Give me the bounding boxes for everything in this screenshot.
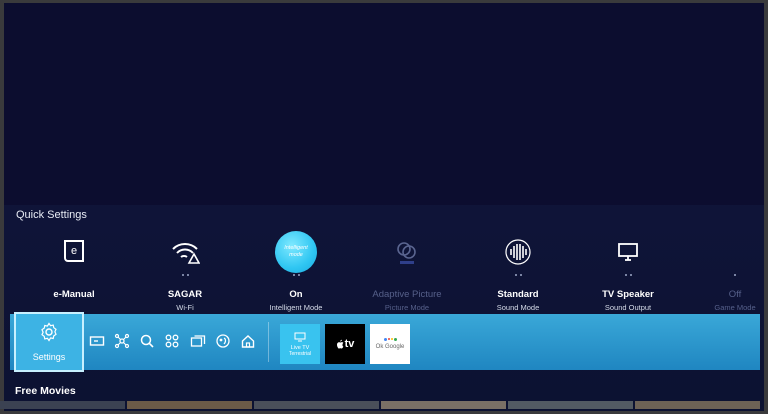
qs-sub: Wi-Fi [176, 303, 194, 312]
qs-item-sound-mode[interactable]: Standard Sound Mode [463, 232, 573, 312]
qs-label: Off [728, 289, 742, 300]
quick-settings-title: Quick Settings [16, 209, 87, 221]
qs-sub: Game Mode [714, 303, 756, 312]
qs-sub: Sound Output [604, 303, 652, 312]
app-tile-live-tv[interactable]: Live TV Terrestrial [280, 324, 320, 364]
qs-item-adaptive-picture[interactable]: Adaptive Picture Picture Mode [352, 232, 462, 312]
book-icon: e [64, 240, 84, 262]
qs-item-emanual[interactable]: e e-Manual [19, 232, 129, 303]
app-label: tv [344, 338, 355, 350]
bar-divider [268, 322, 269, 362]
qs-sub: Picture Mode [384, 303, 430, 312]
ambient-icon[interactable] [215, 333, 231, 349]
qs-label: Standard [497, 289, 539, 300]
movie-thumbnail[interactable] [635, 401, 760, 409]
qs-item-wifi[interactable]: SAGAR Wi-Fi [130, 232, 240, 312]
monitor-icon [618, 243, 638, 261]
movie-thumbnail[interactable] [0, 401, 125, 409]
sound-wave-icon [505, 239, 531, 265]
qs-item-game-mode[interactable]: Off Game Mode [680, 232, 768, 312]
movie-thumbnail[interactable] [254, 401, 379, 409]
qs-item-sound-output[interactable]: TV Speaker Sound Output [573, 232, 683, 312]
home-icon[interactable] [240, 333, 256, 349]
movie-thumbnail[interactable] [508, 401, 633, 409]
wifi-warning-icon [172, 243, 200, 264]
gear-icon [41, 322, 57, 342]
apps-icon[interactable] [164, 333, 180, 349]
free-movies-title: Free Movies [15, 385, 76, 397]
tv-icon [294, 332, 306, 341]
intelligent-mode-text: Intelligent mode [284, 245, 308, 258]
app-sub: Terrestrial [289, 350, 311, 357]
movie-thumbnail[interactable] [127, 401, 252, 409]
intelligent-mode-icon: Intelligent mode [275, 231, 317, 273]
multiview-icon[interactable] [190, 333, 206, 349]
google-assistant-icon [383, 338, 397, 341]
search-icon[interactable] [139, 333, 155, 349]
qs-item-intelligent-mode[interactable]: Intelligent mode On Intelligent Mode [241, 231, 351, 312]
qs-label: On [289, 289, 303, 300]
source-icon[interactable] [89, 333, 105, 349]
svg-text:e: e [71, 245, 77, 257]
qs-sub: Sound Mode [496, 303, 540, 312]
app-label: Ok Google [375, 344, 405, 350]
app-tile-ok-google[interactable]: Ok Google [370, 324, 410, 364]
settings-label: Settings [32, 352, 66, 362]
qs-sub: Intelligent Mode [269, 303, 323, 312]
connected-devices-icon[interactable] [114, 333, 130, 349]
qs-label: Adaptive Picture [372, 289, 442, 300]
app-tile-apple-tv[interactable]: tv [325, 324, 365, 364]
movie-thumbnail[interactable] [381, 401, 506, 409]
settings-button[interactable]: Settings [14, 312, 84, 372]
adaptive-picture-icon [397, 242, 416, 264]
apple-logo-icon [336, 339, 344, 349]
free-movies-row [0, 401, 760, 409]
qs-label: SAGAR [167, 289, 203, 300]
qs-label: e-Manual [53, 289, 95, 300]
qs-label: TV Speaker [602, 289, 654, 300]
